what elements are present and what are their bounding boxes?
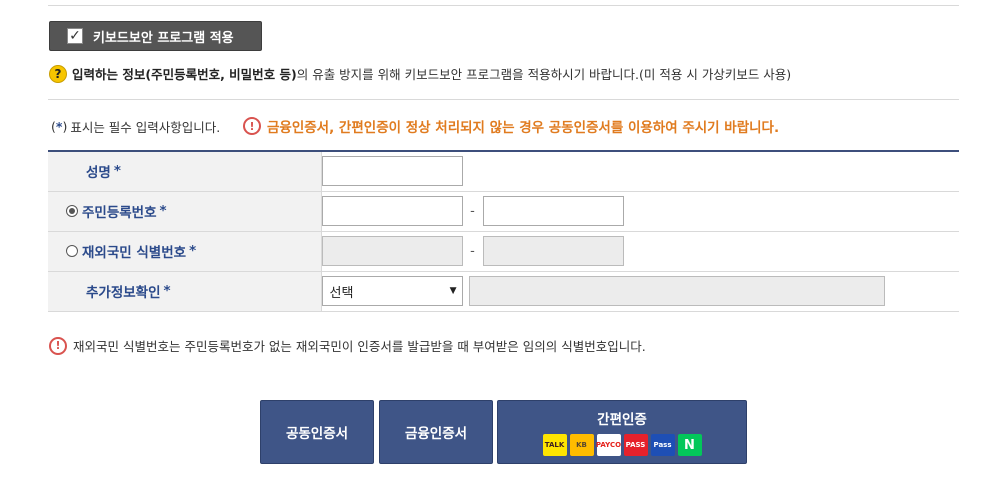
keyboard-notice: ? 입력하는 정보(주민등록번호, 비밀번호 등) 의 유출 방지를 위해 키보… bbox=[49, 64, 791, 83]
identity-form: 성명 * 주민등록번호 * - 재외국민 식별번호 * - 추가정보확인 * 선… bbox=[48, 150, 959, 312]
check-icon: ✓ bbox=[67, 28, 83, 44]
foreign-note-text: 재외국민 식별번호는 주민등록번호가 없는 재외국민이 인증서를 발급받을 때 … bbox=[73, 339, 646, 354]
foreign-row: 재외국민 식별번호 * - bbox=[48, 231, 959, 272]
foreign-number-note: ! 재외국민 식별번호는 주민등록번호가 없는 재외국민이 인증서를 발급받을 … bbox=[49, 336, 646, 355]
pass-logo: PASS bbox=[623, 434, 648, 456]
required-note-text: 표시는 필수 입력사항입니다. bbox=[70, 120, 221, 135]
kb-logo: KB bbox=[569, 434, 594, 456]
easy-auth-logos: TALK KB PAYCO PASS Pass N bbox=[542, 434, 702, 456]
foreign-radio[interactable] bbox=[66, 245, 78, 257]
joint-cert-label: 공동인증서 bbox=[285, 426, 349, 442]
keyboard-security-toggle[interactable]: ✓ 키보드보안 프로그램 적용 bbox=[49, 21, 262, 51]
naver-logo: N bbox=[677, 434, 702, 456]
resident-number-back-input[interactable] bbox=[482, 196, 624, 226]
exclamation-icon: ! bbox=[243, 117, 261, 135]
required-star-icon: * bbox=[113, 163, 121, 180]
exclamation-icon: ! bbox=[49, 336, 67, 355]
notice-rest-text: 의 유출 방지를 위해 키보드보안 프로그램을 적용하시기 바랍니다.(미 적용… bbox=[296, 67, 792, 82]
payco-logo: PAYCO bbox=[596, 434, 621, 456]
extra-info-row: 추가정보확인 * 선택 ▼ bbox=[48, 271, 959, 312]
financial-cert-label: 금융인증서 bbox=[404, 426, 468, 442]
dash-separator: - bbox=[470, 203, 475, 219]
kakao-talk-logo: TALK bbox=[542, 434, 567, 456]
required-note: ( * ) 표시는 필수 입력사항입니다. bbox=[51, 117, 220, 136]
cert-warning-text: 금융인증서, 간편인증이 정상 처리되지 않는 경우 공동인증서를 이용하여 주… bbox=[267, 120, 780, 136]
samsung-pass-logo: Pass bbox=[650, 434, 675, 456]
keyboard-security-label: 키보드보안 프로그램 적용 bbox=[93, 30, 234, 46]
notice-bold-text: 입력하는 정보(주민등록번호, 비밀번호 등) bbox=[72, 67, 297, 82]
top-divider bbox=[48, 5, 959, 6]
select-value: 선택 bbox=[329, 285, 354, 301]
foreign-number-front-input bbox=[321, 236, 463, 266]
cert-warning: ! 금융인증서, 간편인증이 정상 처리되지 않는 경우 공동인증서를 이용하여… bbox=[243, 116, 779, 136]
required-star-icon: * bbox=[163, 283, 171, 299]
name-input[interactable] bbox=[321, 156, 463, 187]
required-star-icon: * bbox=[189, 243, 197, 259]
foreign-label: 재외국민 식별번호 bbox=[82, 245, 187, 261]
name-label: 성명 bbox=[86, 165, 111, 182]
joint-cert-button[interactable]: 공동인증서 bbox=[260, 400, 374, 464]
resident-number-front-input[interactable] bbox=[321, 196, 463, 226]
required-star-icon: * bbox=[159, 203, 167, 219]
dropdown-arrow-icon: ▼ bbox=[449, 286, 457, 296]
easy-auth-button[interactable]: 간편인증 TALK KB PAYCO PASS Pass N bbox=[497, 400, 747, 464]
extra-info-select[interactable]: 선택 ▼ bbox=[321, 276, 463, 306]
resident-radio[interactable] bbox=[66, 205, 78, 217]
question-icon: ? bbox=[49, 64, 67, 83]
resident-label: 주민등록번호 bbox=[82, 205, 157, 221]
name-row: 성명 * bbox=[48, 150, 959, 192]
paren-close: ) bbox=[62, 119, 68, 134]
extra-info-label: 추가정보확인 bbox=[86, 285, 161, 301]
easy-auth-label: 간편인증 bbox=[597, 412, 647, 428]
dash-separator: - bbox=[470, 243, 475, 259]
financial-cert-button[interactable]: 금융인증서 bbox=[379, 400, 493, 464]
resident-row: 주민등록번호 * - bbox=[48, 191, 959, 232]
extra-info-input bbox=[468, 276, 885, 306]
middle-divider bbox=[48, 99, 959, 100]
foreign-number-back-input bbox=[482, 236, 624, 266]
